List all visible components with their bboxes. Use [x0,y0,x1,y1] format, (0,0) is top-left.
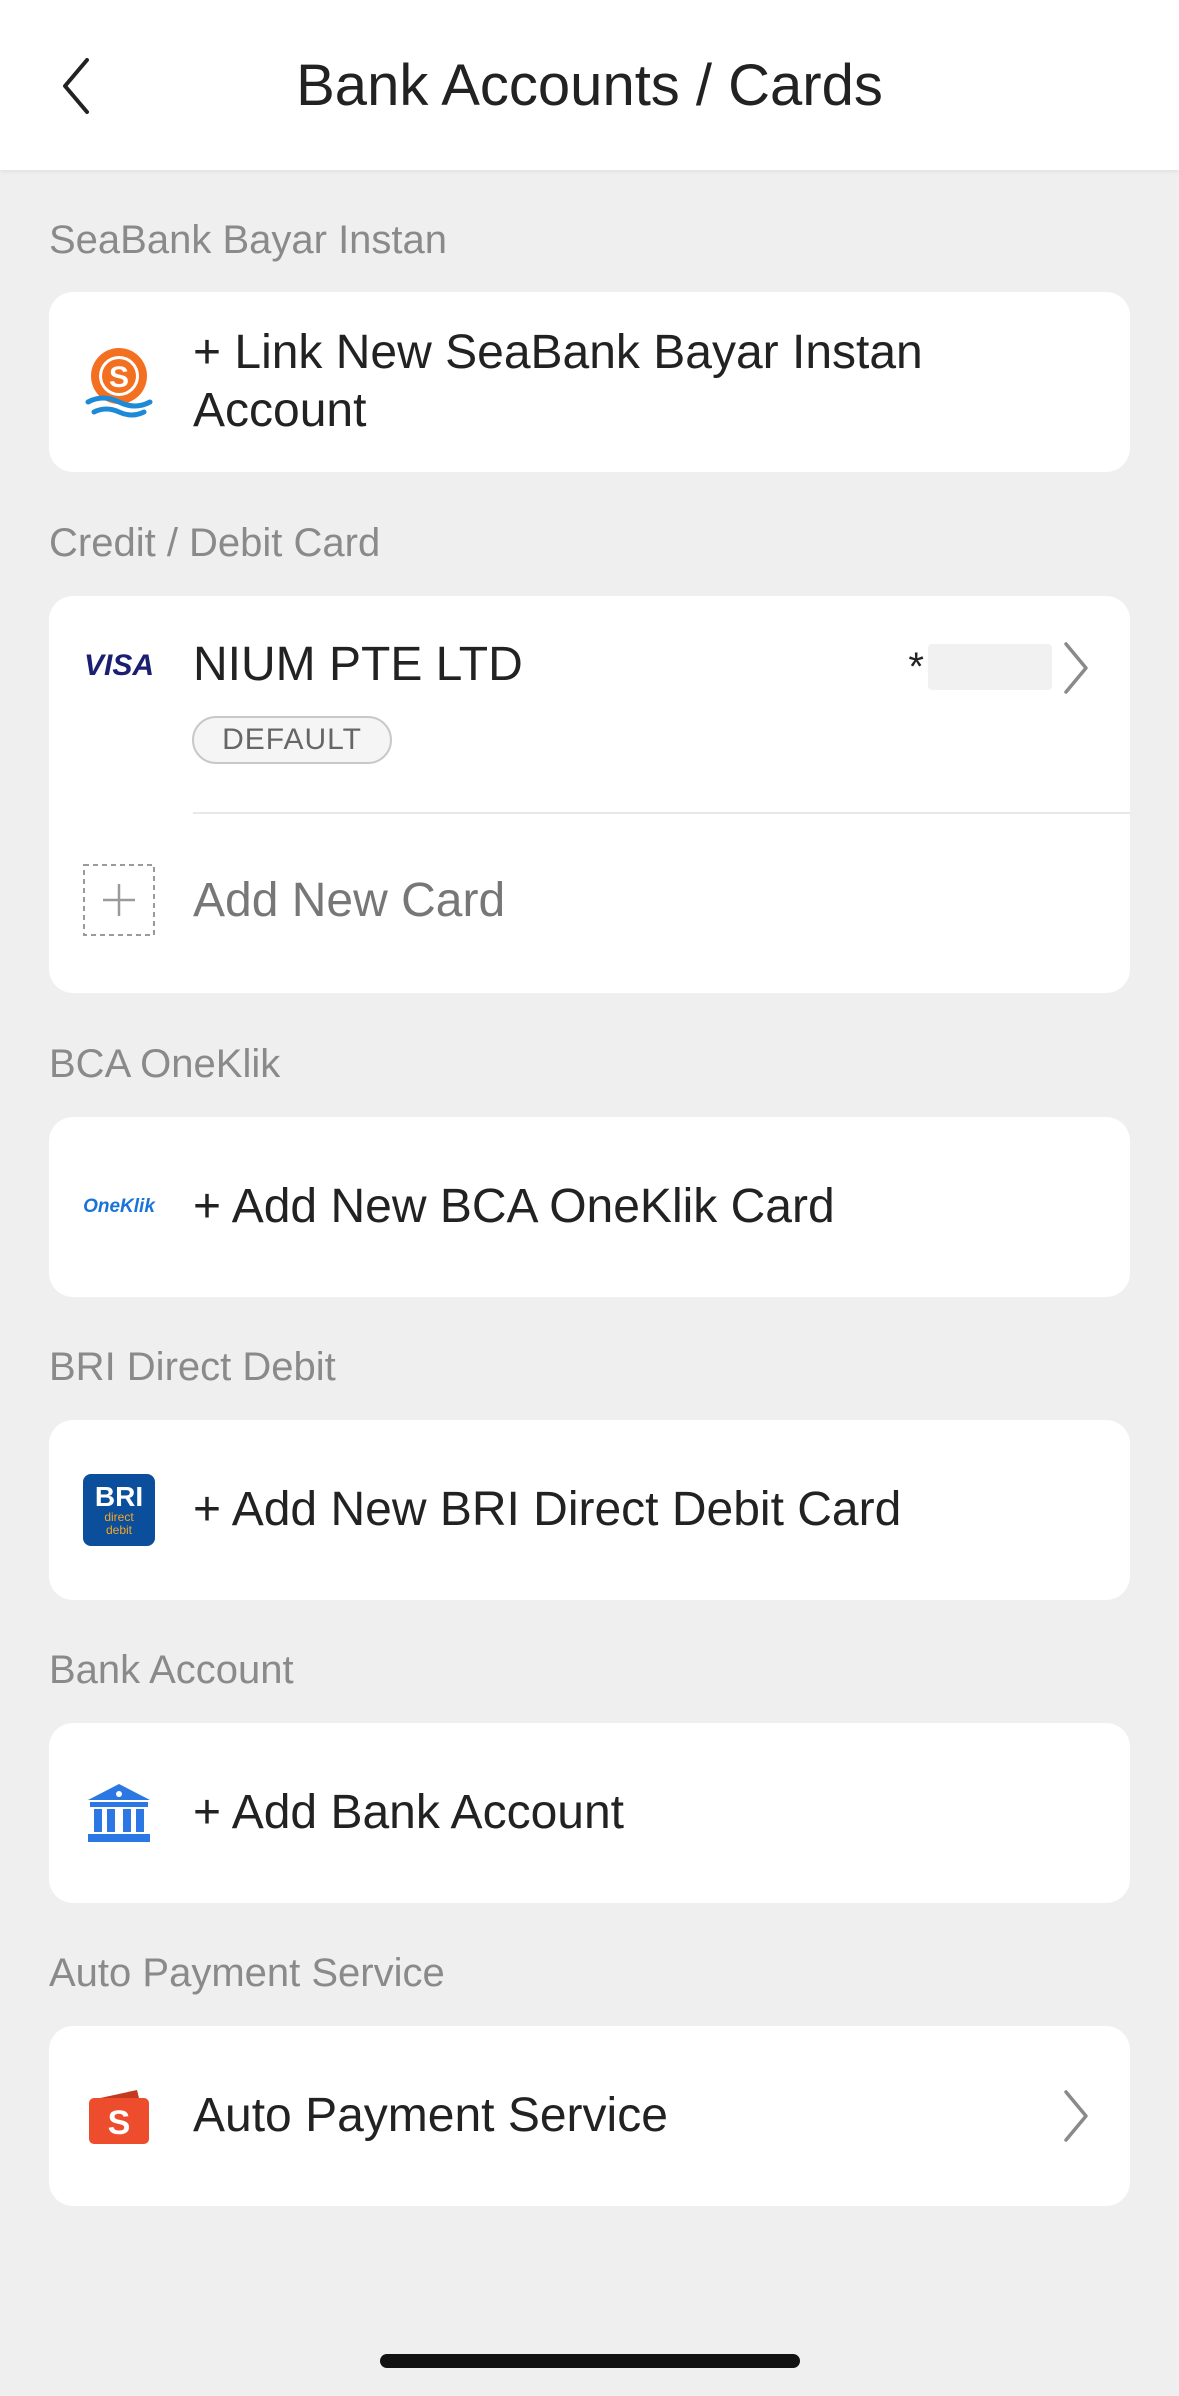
chevron-right-icon [1064,642,1088,694]
shopee-bag-icon: S [83,2080,155,2152]
header-bar: Bank Accounts / Cards [0,0,1179,170]
auto-payment-row[interactable]: S Auto Payment Service [49,2026,1130,2206]
oneklik-card: OneKlik + Add New BCA OneKlik Card [49,1117,1130,1297]
add-oneklik-label: + Add New BCA OneKlik Card [193,1180,835,1233]
bank-building-icon [83,1777,155,1849]
section-label-credit-debit: Credit / Debit Card [49,521,381,565]
bri-card: BRI direct debit + Add New BRI Direct De… [49,1420,1130,1600]
svg-text:S: S [108,2104,131,2142]
section-label-auto-payment: Auto Payment Service [49,1951,445,1995]
home-indicator [380,2354,800,2368]
add-bri-label: + Add New BRI Direct Debit Card [193,1483,902,1536]
auto-payment-card: S Auto Payment Service [49,2026,1130,2206]
section-label-seabank: SeaBank Bayar Instan [49,218,448,262]
add-new-card-row[interactable]: Add New Card [49,814,1130,993]
section-label-bri: BRI Direct Debit [49,1345,336,1389]
auto-payment-label: Auto Payment Service [193,2089,668,2142]
bank-account-card: + Add Bank Account [49,1723,1130,1903]
add-new-card-label: Add New Card [193,874,506,927]
visa-logo-icon: VISA [83,649,155,682]
section-label-oneklik: BCA OneKlik [49,1042,281,1086]
card-name: NIUM PTE LTD [193,638,523,691]
add-bank-account-row[interactable]: + Add Bank Account [49,1723,1130,1903]
page-title: Bank Accounts / Cards [296,53,883,118]
svg-text:S: S [109,361,129,394]
chevron-right-icon [1064,2090,1088,2142]
oneklik-logo-icon: OneKlik [83,1196,155,1217]
seabank-card: S + Link New SeaBank Bayar Instan Accoun… [49,292,1130,472]
section-label-bank-account: Bank Account [49,1648,294,1692]
link-seabank-row[interactable]: S + Link New SeaBank Bayar Instan Accoun… [49,292,1130,472]
plus-icon [83,864,155,936]
bri-logo-icon: BRI direct debit [83,1474,155,1546]
masked-card-number: * [908,644,1052,690]
add-oneklik-row[interactable]: OneKlik + Add New BCA OneKlik Card [49,1117,1130,1297]
card-row-nium[interactable]: VISA NIUM PTE LTD * DEFAULT [49,596,1130,812]
default-badge: DEFAULT [192,716,392,764]
add-bri-row[interactable]: BRI direct debit + Add New BRI Direct De… [49,1420,1130,1600]
credit-debit-card: VISA NIUM PTE LTD * DEFAULT Add New Card [49,596,1130,993]
add-bank-account-label: + Add Bank Account [193,1786,624,1839]
link-seabank-label: + Link New SeaBank Bayar Instan Account [193,326,923,437]
seabank-logo-icon: S [83,346,155,418]
